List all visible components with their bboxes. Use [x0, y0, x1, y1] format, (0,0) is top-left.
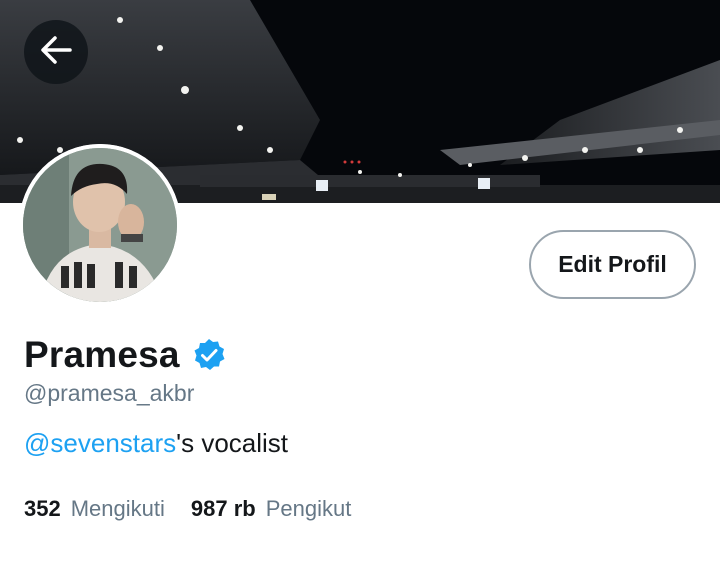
following-count: 352	[24, 496, 61, 521]
followers-count: 987 rb	[190, 496, 256, 521]
profile-name-row: Pramesa	[24, 334, 226, 376]
verified-badge-icon	[192, 338, 226, 372]
bio-mention-link[interactable]: @sevenstars	[24, 428, 176, 458]
bio-text: 's vocalist	[176, 428, 289, 458]
following-link[interactable]: 352 Mengikuti	[24, 496, 165, 522]
follow-stats: 352 Mengikuti 987 rb Pengikut	[24, 496, 351, 522]
edit-profile-button[interactable]: Edit Profil	[529, 230, 696, 299]
arrow-left-icon	[39, 33, 73, 72]
followers-label: Pengikut	[265, 496, 352, 521]
following-label: Mengikuti	[70, 496, 165, 521]
avatar-image	[19, 144, 181, 306]
back-button[interactable]	[24, 20, 88, 84]
followers-link[interactable]: 987 rb Pengikut	[191, 496, 351, 522]
username-handle: @pramesa_akbr	[24, 380, 195, 406]
avatar[interactable]	[19, 144, 181, 306]
display-name: Pramesa	[24, 334, 180, 375]
edit-profile-label: Edit Profil	[558, 251, 667, 277]
profile-bio: @sevenstars's vocalist	[24, 428, 288, 459]
